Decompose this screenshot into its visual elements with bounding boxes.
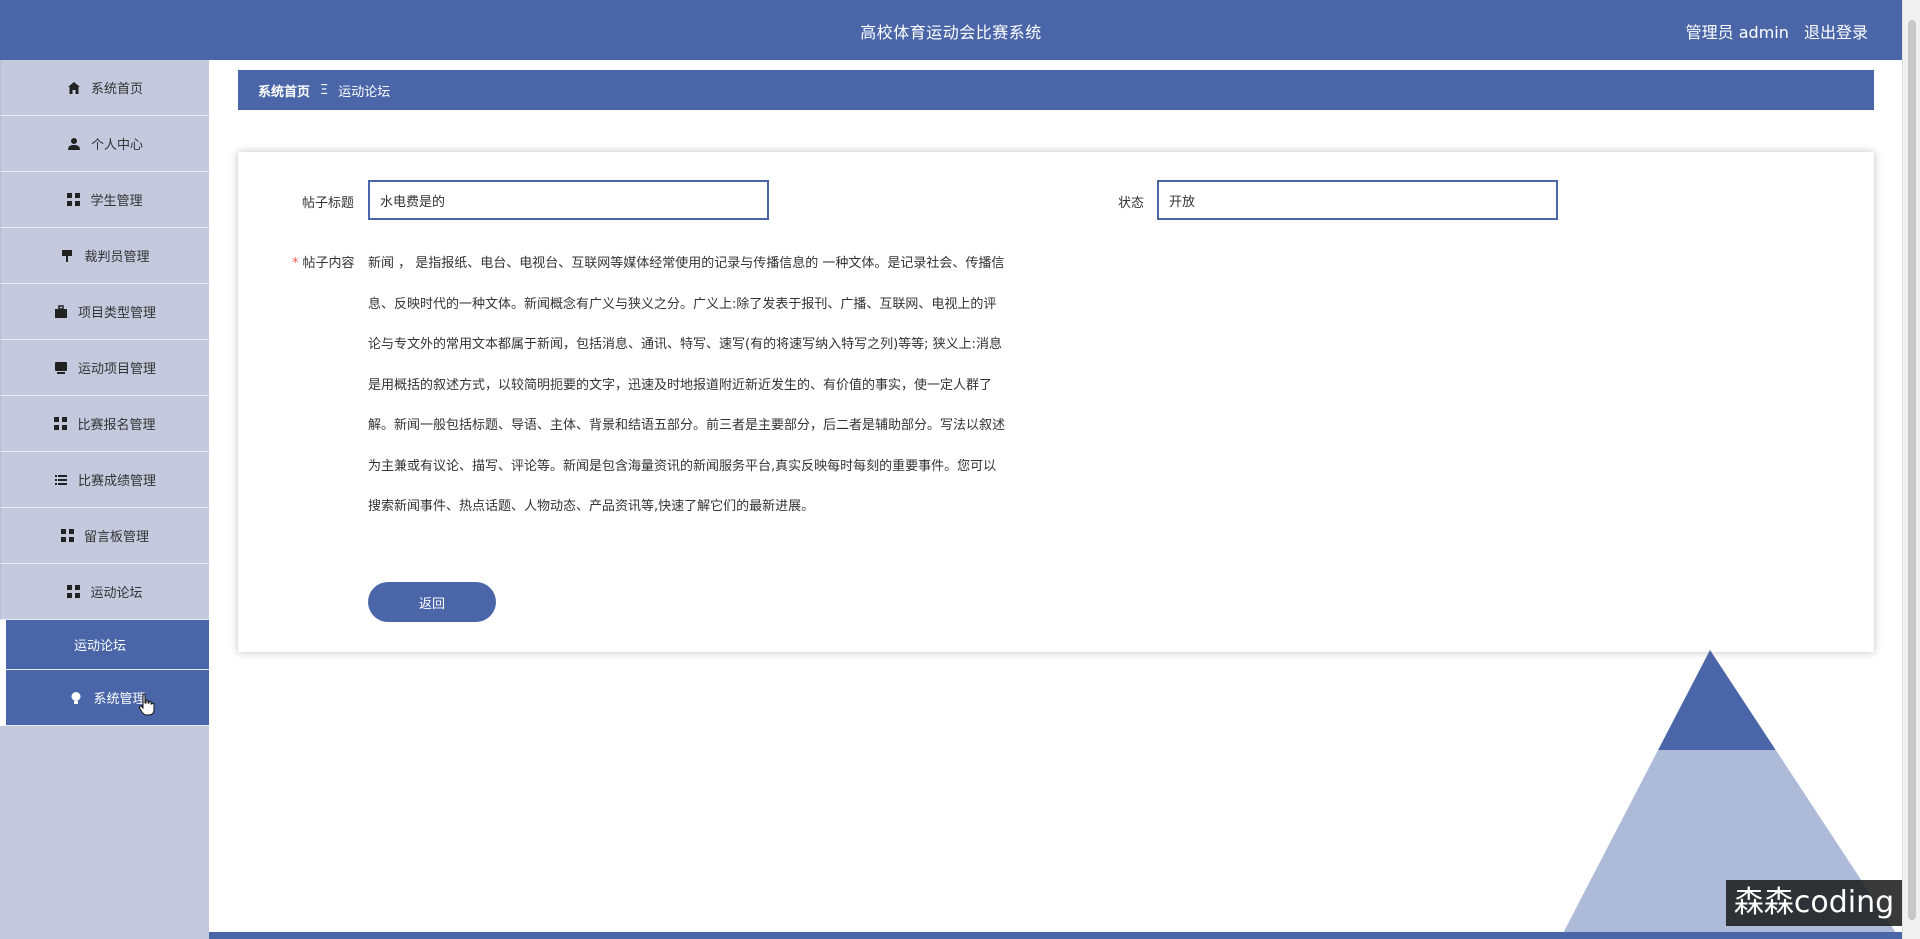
status-input[interactable]: [1157, 180, 1558, 220]
status-label: 状态: [1118, 196, 1145, 211]
sidebar-item-label: 个人中心: [90, 138, 143, 153]
sidebar-item-system-management[interactable]: 系统管理: [0, 670, 209, 726]
sidebar-item-home[interactable]: 系统首页: [0, 60, 209, 116]
post-content: 新闻 ， 是指报纸、电台、电视台、互联网等媒体经常使用的记录与传播信息的 一种文…: [368, 244, 1068, 528]
sidebar-item-message-board[interactable]: 留言板管理: [0, 508, 209, 564]
page-scrollbar[interactable]: [1902, 0, 1920, 939]
sidebar-item-personal-center[interactable]: 个人中心: [0, 116, 209, 172]
grid-icon: [54, 417, 68, 430]
breadcrumb: 系统首页 Ξ 运动论坛: [238, 70, 1874, 110]
sidebar-item-registration[interactable]: 比赛报名管理: [0, 396, 209, 452]
sidebar-item-sport-projects[interactable]: 运动项目管理: [0, 340, 209, 396]
sidebar-item-referees[interactable]: 裁判员管理: [0, 228, 209, 284]
user-label: 管理员 admin: [1685, 23, 1789, 42]
sidebar-item-results[interactable]: 比赛成绩管理: [0, 452, 209, 508]
title-label: 帖子标题: [302, 196, 355, 211]
sidebar-item-forum[interactable]: 运动论坛: [0, 564, 209, 620]
grid-icon: [60, 529, 74, 542]
sidebar-item-label: 比赛成绩管理: [77, 474, 156, 489]
content-line: 新闻 ， 是指报纸、电台、电视台、互联网等媒体经常使用的记录与传播信息的 一种文…: [368, 256, 1005, 271]
sidebar-item-label: 运动项目管理: [77, 362, 156, 377]
briefcase-icon: [54, 304, 67, 318]
header-user-area: 管理员 admin 退出登录: [1676, 19, 1868, 43]
grid-icon: [67, 193, 81, 206]
sidebar-item-label: 学生管理: [90, 194, 143, 209]
sidebar-item-label: 运动论坛: [90, 586, 143, 601]
user-icon: [67, 137, 80, 150]
breadcrumb-current: 运动论坛: [338, 84, 391, 100]
content-line: 息、反映时代的一种文体。新闻概念有广义与狭义之分。广义上:除了发表于报刊、广播、…: [368, 296, 997, 312]
scrollbar-thumb[interactable]: [1908, 20, 1916, 920]
home-icon: [67, 81, 80, 94]
sidebar-item-label: 项目类型管理: [77, 306, 156, 321]
sidebar-item-label: 留言板管理: [83, 530, 149, 545]
post-title-input[interactable]: [368, 180, 769, 220]
back-button[interactable]: 返回: [368, 582, 496, 622]
content-line: 解。新闻一般包括标题、导语、主体、背景和结语五部分。前三者是主要部分，后二者是辅…: [368, 418, 1006, 433]
content-line: 为主兼或有议论、描写、评论等。新闻是包含海量资讯的新闻服务平台,真实反映每时每刻…: [368, 458, 997, 474]
content-line: 是用概括的叙述方式，以较简明扼要的文字，迅速及时地报道附近新近发生的、有价值的事…: [368, 377, 993, 393]
bulb-icon: [71, 691, 81, 704]
app-title: 高校体育运动会比赛系统: [860, 23, 1042, 42]
sidebar-item-label: 比赛报名管理: [77, 418, 156, 433]
content-label-wrap: * 帖子内容: [292, 252, 355, 271]
list-icon: [54, 474, 67, 485]
hand-cursor-icon: [138, 693, 155, 716]
content-line: 搜索新闻事件、热点话题、人物动态、产品资讯等,快速了解它们的最新进展。: [368, 499, 815, 514]
post-detail-form: 帖子标题 状态 *帖子内容 新闻 ， 是指报纸、电台、电视台、互联网等媒体经常使…: [238, 152, 1874, 652]
sidebar-item-students[interactable]: 学生管理: [0, 172, 209, 228]
grid-icon: [67, 585, 81, 598]
content-label: 帖子内容: [302, 256, 355, 271]
sidebar-subitem-forum[interactable]: 运动论坛: [0, 620, 209, 670]
bottom-accent-bar: [209, 932, 1902, 939]
sidebar-item-label: 裁判员管理: [84, 250, 150, 265]
sidebar: 系统首页 个人中心 学生管理 裁判员管理 项目类型管理 运动项目管理 比赛报名管…: [0, 60, 209, 939]
monitor-icon: [54, 361, 67, 374]
watermark: 森森coding: [1726, 880, 1902, 926]
breadcrumb-home[interactable]: 系统首页: [258, 81, 310, 100]
sidebar-subitem-label: 运动论坛: [74, 639, 127, 654]
sidebar-item-label: 系统首页: [90, 82, 143, 97]
required-mark: *: [292, 256, 299, 271]
flag-icon: [62, 249, 73, 262]
sidebar-item-project-types[interactable]: 项目类型管理: [0, 284, 209, 340]
logout-link[interactable]: 退出登录: [1804, 23, 1868, 42]
top-header: 高校体育运动会比赛系统 管理员 admin 退出登录: [0, 0, 1902, 60]
content-line: 论与专文外的常用文本都属于新闻，包括消息、通讯、特写、速写(有的将速写纳入特写之…: [368, 337, 1003, 352]
breadcrumb-separator: Ξ: [320, 82, 329, 98]
